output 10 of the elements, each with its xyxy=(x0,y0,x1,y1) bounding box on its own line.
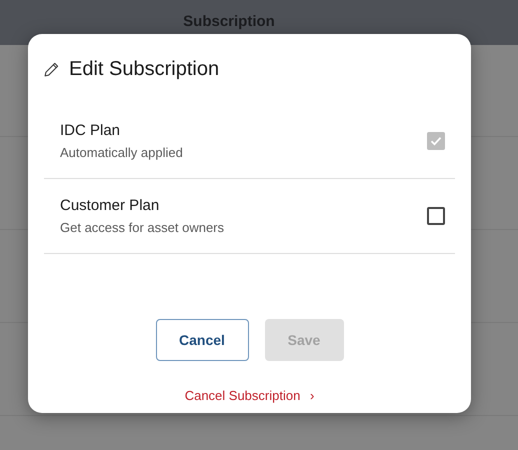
dialog-title: Edit Subscription xyxy=(69,57,220,82)
cancel-button[interactable]: Cancel xyxy=(156,319,248,361)
checkbox[interactable] xyxy=(427,207,445,225)
plan-name: Customer Plan xyxy=(60,196,160,216)
cancel-subscription-link[interactable]: Cancel Subscription › xyxy=(184,386,314,406)
chevron-icon: › xyxy=(310,388,314,403)
plan-description: Get access for asset owners xyxy=(60,218,224,236)
plan-name: IDC Plan xyxy=(60,121,122,141)
plan-description: Automatically applied xyxy=(60,144,183,162)
pencil-icon xyxy=(44,62,59,76)
